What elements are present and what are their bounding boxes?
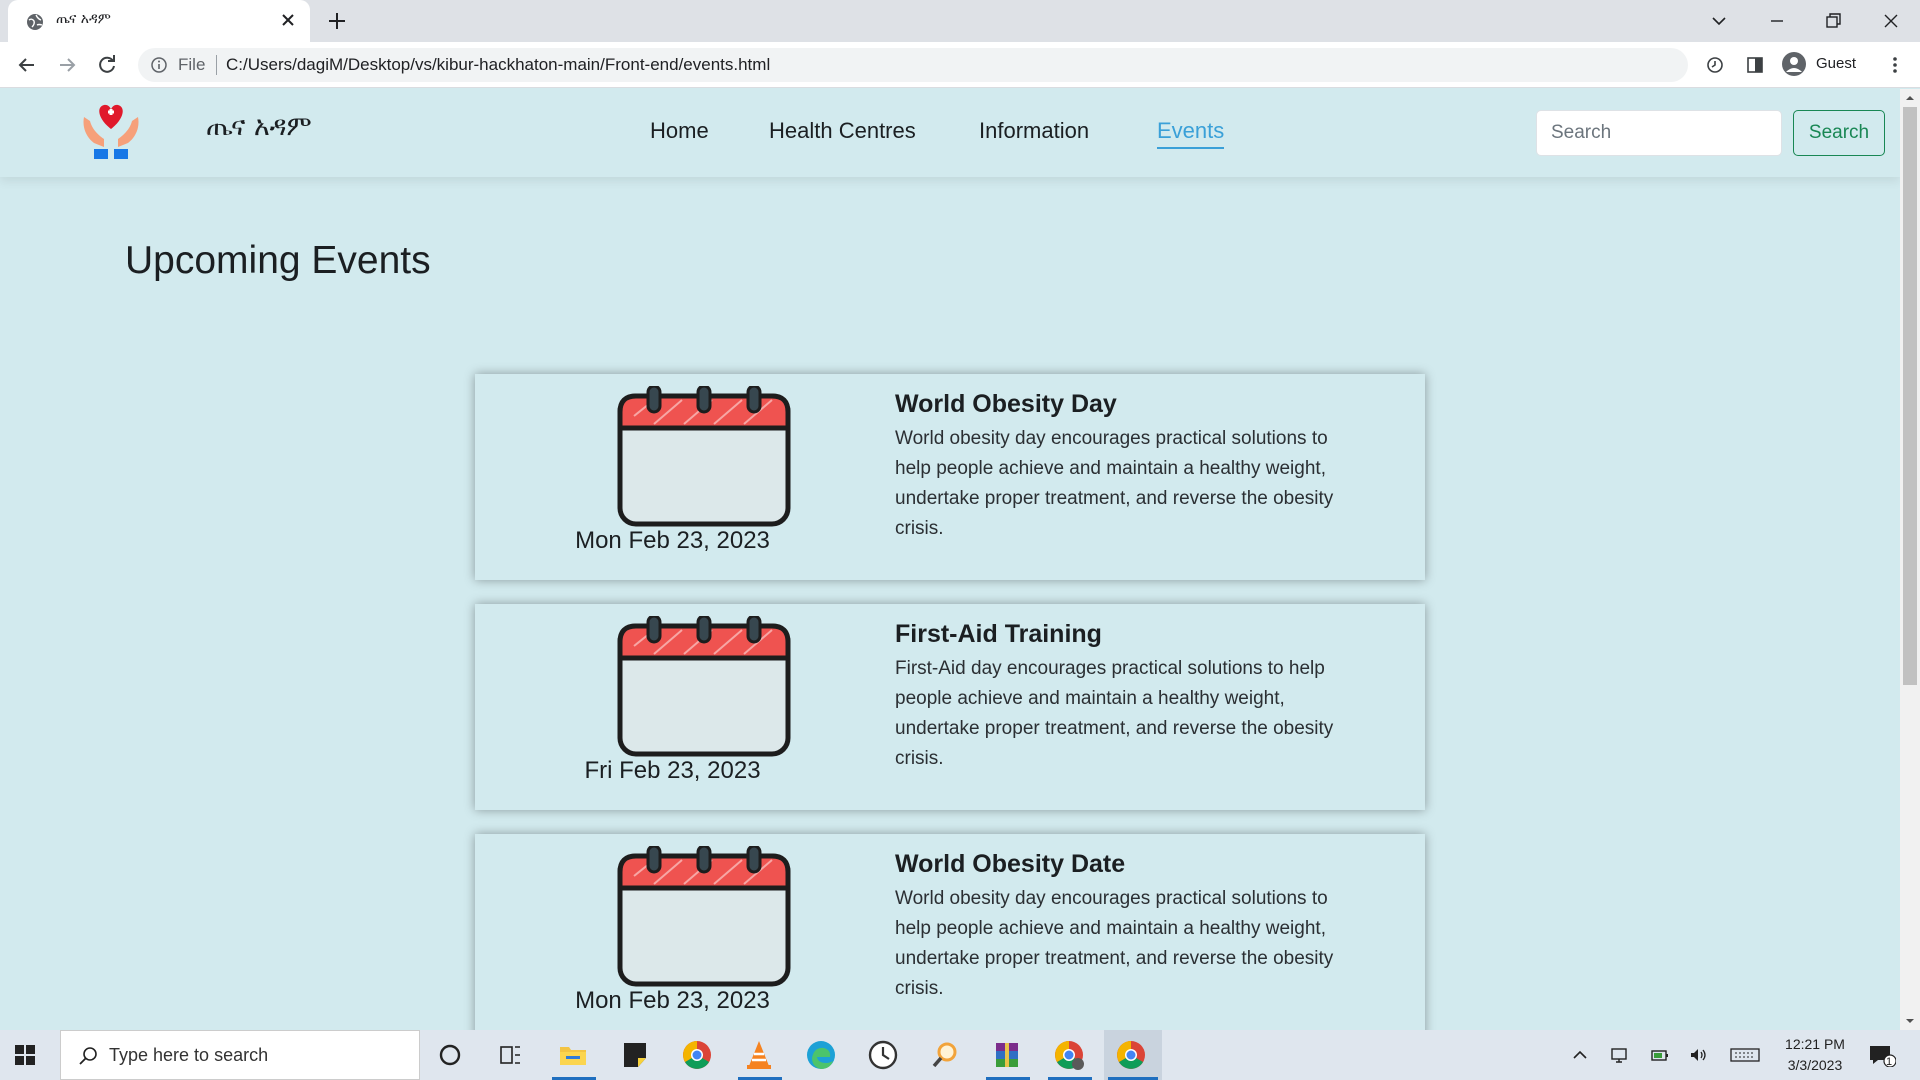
nav-link-health-centres[interactable]: Health Centres [769, 118, 916, 144]
taskbar-clock[interactable]: 12:21 PM 3/3/2023 [1770, 1034, 1860, 1076]
reload-icon[interactable] [94, 52, 120, 78]
event-card[interactable]: Mon Feb 23, 2023 World Obesity Date Worl… [475, 834, 1425, 1030]
vlc-icon[interactable] [742, 1038, 776, 1072]
more-vertical-icon[interactable] [1884, 54, 1906, 76]
avatar-icon [1782, 52, 1806, 76]
chevron-up-icon[interactable] [1570, 1045, 1590, 1065]
url-scheme-label: File [178, 55, 206, 74]
chrome-profile-icon[interactable] [1052, 1038, 1086, 1072]
side-panel-icon[interactable] [1744, 54, 1766, 76]
event-title[interactable]: World Obesity Day [895, 390, 1117, 419]
browser-tabstrip: ጤና አዳም [0, 0, 1920, 42]
page-scrollbar[interactable] [1900, 89, 1920, 1030]
browser-toolbar: File C:/Users/dagiM/Desktop/vs/kibur-hac… [0, 42, 1920, 88]
search-input[interactable] [1536, 110, 1782, 156]
volume-icon[interactable] [1688, 1045, 1708, 1065]
globe-icon [27, 14, 43, 30]
minimize-icon[interactable] [1764, 8, 1790, 34]
calendar-icon [617, 386, 791, 527]
windows-start-icon[interactable] [14, 1044, 36, 1066]
taskbar-search-box[interactable]: Type here to search [60, 1030, 420, 1080]
profile-button[interactable]: Guest [1776, 47, 1868, 81]
winrar-icon[interactable] [990, 1038, 1024, 1072]
chrome-active-icon[interactable] [1114, 1038, 1148, 1072]
event-description: World obesity day encourages practical s… [895, 428, 1334, 539]
windows-taskbar: Type here to search 12:21 PM 3/3/2023 1 [0, 1030, 1920, 1080]
calendar-icon [617, 846, 791, 987]
history-sync-icon[interactable] [1704, 54, 1726, 76]
event-card[interactable]: Fri Feb 23, 2023 First-Aid Training Firs… [475, 604, 1425, 810]
event-title[interactable]: First-Aid Training [895, 620, 1102, 649]
event-card[interactable]: Mon Feb 23, 2023 World Obesity Day World… [475, 374, 1425, 580]
new-tab-plus-icon[interactable] [326, 10, 348, 32]
event-description: First-Aid day encourages practical solut… [895, 658, 1334, 769]
close-icon[interactable] [278, 10, 298, 30]
notification-count: 1 [1886, 1056, 1893, 1068]
cortana-icon[interactable] [433, 1038, 467, 1072]
nav-link-home[interactable]: Home [650, 118, 709, 144]
event-date: Mon Feb 23, 2023 [575, 987, 770, 1014]
clock-app-icon[interactable] [866, 1038, 900, 1072]
search-icon [79, 1047, 97, 1065]
back-arrow-icon[interactable] [14, 52, 40, 78]
scrollbar-thumb[interactable] [1903, 107, 1917, 685]
forward-arrow-icon[interactable] [54, 52, 80, 78]
restore-icon[interactable] [1820, 8, 1846, 34]
profile-label: Guest [1816, 55, 1857, 72]
tab-search-chevron-icon[interactable] [1706, 8, 1732, 34]
brand-name[interactable]: ጤና አዳም [206, 111, 312, 143]
battery-icon[interactable] [1650, 1045, 1670, 1065]
event-description: World obesity day encourages practical s… [895, 888, 1334, 999]
calendar-icon [617, 616, 791, 757]
event-date: Fri Feb 23, 2023 [584, 757, 761, 784]
taskbar-search-placeholder: Type here to search [109, 1045, 269, 1065]
page-viewport: ጤና አዳም Home Health Centres Information E… [0, 89, 1900, 1030]
nav-link-events[interactable]: Events [1157, 118, 1225, 149]
event-date: Mon Feb 23, 2023 [575, 527, 770, 554]
window-close-icon[interactable] [1878, 8, 1904, 34]
hands-heart-logo-icon[interactable] [78, 99, 144, 165]
url-separator [216, 55, 217, 75]
edge-icon[interactable] [804, 1038, 838, 1072]
event-title[interactable]: World Obesity Date [895, 850, 1125, 879]
chrome-icon[interactable] [680, 1038, 714, 1072]
url-text[interactable]: C:/Users/dagiM/Desktop/vs/kibur-hackhato… [226, 55, 770, 75]
file-explorer-icon[interactable] [556, 1038, 590, 1072]
keyboard-icon[interactable] [1730, 1045, 1760, 1065]
nav-link-information[interactable]: Information [979, 118, 1089, 144]
address-bar[interactable]: File C:/Users/dagiM/Desktop/vs/kibur-hac… [138, 48, 1688, 82]
scroll-down-arrow-icon[interactable] [1905, 1016, 1915, 1026]
tab-title: ጤና አዳም [56, 11, 111, 27]
clock-time: 12:21 PM [1785, 1036, 1845, 1052]
site-navbar: ጤና አዳም Home Health Centres Information E… [0, 89, 1900, 177]
browser-tab[interactable]: ጤና አዳም [8, 0, 310, 42]
info-icon[interactable] [150, 56, 168, 74]
page-title: Upcoming Events [125, 239, 431, 282]
clock-date: 3/3/2023 [1787, 1057, 1843, 1073]
scroll-up-arrow-icon[interactable] [1905, 93, 1915, 103]
task-view-icon[interactable] [493, 1038, 527, 1072]
search-button[interactable]: Search [1793, 110, 1885, 156]
sticky-notes-icon[interactable] [618, 1038, 652, 1072]
magnifier-app-icon[interactable] [928, 1038, 962, 1072]
network-icon[interactable] [1610, 1045, 1630, 1065]
